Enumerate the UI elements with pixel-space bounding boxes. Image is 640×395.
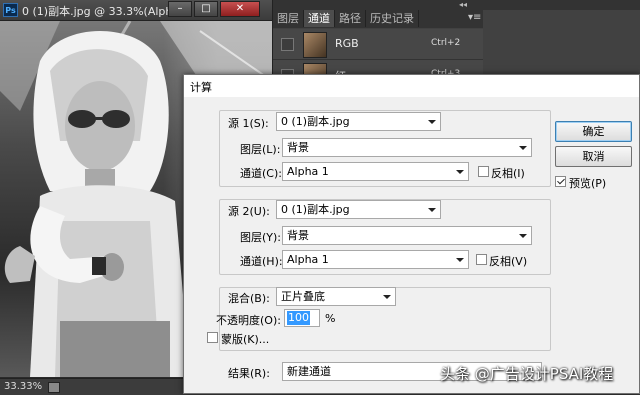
source2-channel-label: 通道(H): bbox=[240, 255, 283, 268]
tab-channels[interactable]: 通道 bbox=[304, 10, 335, 27]
dialog-titlebar[interactable]: 计算 bbox=[184, 75, 639, 97]
source2-channel-value: Alpha 1 bbox=[287, 253, 329, 266]
result-value: 新建通道 bbox=[287, 365, 331, 378]
opacity-value: 100 bbox=[287, 311, 310, 325]
photoshop-logo-icon: Ps bbox=[3, 3, 18, 17]
document-title: 0 (1)副本.jpg @ 33.3%(Alpha bbox=[22, 5, 180, 18]
chevron-down-icon bbox=[383, 295, 391, 299]
mask-checkbox[interactable] bbox=[207, 332, 218, 343]
source1-channel-select[interactable]: Alpha 1 bbox=[282, 162, 469, 181]
dialog-body: 源 1(S): 0 (1)副本.jpg 图层(L): 背景 通道(C): Alp… bbox=[184, 97, 639, 393]
channel-name: RGB bbox=[335, 37, 359, 50]
source1-layer-select[interactable]: 背景 bbox=[282, 138, 532, 157]
document-titlebar[interactable]: Ps 0 (1)副本.jpg @ 33.3%(Alpha – □ ✕ bbox=[0, 0, 272, 21]
chevron-down-icon bbox=[519, 146, 527, 150]
source2-channel-select[interactable]: Alpha 1 bbox=[282, 250, 469, 269]
channel-row-rgb[interactable]: RGB Ctrl+2 bbox=[273, 29, 483, 60]
ok-button[interactable]: 确定 bbox=[555, 121, 632, 142]
tab-history[interactable]: 历史记录 bbox=[366, 10, 419, 27]
blending-mode-value: 正片叠底 bbox=[281, 290, 325, 303]
chevron-down-icon bbox=[456, 170, 464, 174]
chevron-down-icon bbox=[428, 208, 436, 212]
source1-channel-label: 通道(C): bbox=[240, 167, 282, 180]
source1-channel-value: Alpha 1 bbox=[287, 165, 329, 178]
chevron-down-icon bbox=[519, 234, 527, 238]
chevron-down-icon bbox=[456, 258, 464, 262]
source1-label: 源 1(S): bbox=[228, 117, 269, 130]
preview-label: 预览(P) bbox=[569, 177, 607, 190]
opacity-input[interactable]: 100 bbox=[284, 309, 320, 327]
panel-menu-icon[interactable]: ▾≡ bbox=[468, 12, 481, 23]
tab-paths[interactable]: 路径 bbox=[335, 10, 366, 27]
tab-layers[interactable]: 图层 bbox=[273, 10, 304, 27]
maximize-button[interactable]: □ bbox=[194, 1, 218, 17]
source2-invert-checkbox[interactable] bbox=[476, 254, 487, 265]
close-button[interactable]: ✕ bbox=[220, 1, 260, 17]
preview-checkbox[interactable] bbox=[555, 176, 566, 187]
source1-layer-label: 图层(L): bbox=[240, 143, 281, 156]
result-label: 结果(R): bbox=[228, 367, 270, 380]
source2-file-value: 0 (1)副本.jpg bbox=[281, 203, 350, 216]
mask-label[interactable]: 蒙版(K)... bbox=[221, 331, 269, 347]
source2-label: 源 2(U): bbox=[228, 205, 270, 218]
source2-layer-select[interactable]: 背景 bbox=[282, 226, 532, 245]
source2-layer-label: 图层(Y): bbox=[240, 231, 282, 244]
minimize-button[interactable]: – bbox=[168, 1, 192, 17]
source2-layer-value: 背景 bbox=[287, 229, 309, 242]
watermark-text: 头条 @广告设计PSAI教程 bbox=[440, 365, 614, 383]
panel-header-strip: ◂◂ bbox=[273, 0, 640, 10]
opacity-unit: % bbox=[325, 312, 336, 325]
source2-invert-label: 反相(V) bbox=[489, 255, 528, 268]
blending-label: 混合(B): bbox=[228, 292, 270, 305]
dialog-title: 计算 bbox=[190, 81, 212, 94]
calculations-dialog: 计算 源 1(S): 0 (1)副本.jpg 图层(L): 背景 通道(C): … bbox=[183, 74, 640, 394]
source2-file-select[interactable]: 0 (1)副本.jpg bbox=[276, 200, 441, 219]
source1-file-value: 0 (1)副本.jpg bbox=[281, 115, 350, 128]
source1-invert-checkbox[interactable] bbox=[478, 166, 489, 177]
collapse-icon[interactable]: ◂◂ bbox=[459, 0, 467, 9]
source1-file-select[interactable]: 0 (1)副本.jpg bbox=[276, 112, 441, 131]
channel-shortcut: Ctrl+2 bbox=[431, 38, 461, 48]
source1-invert-label: 反相(I) bbox=[491, 167, 525, 180]
visibility-toggle[interactable] bbox=[281, 38, 294, 51]
panel-tabs: 图层 通道 路径 历史记录 bbox=[273, 10, 483, 28]
blending-mode-select[interactable]: 正片叠底 bbox=[276, 287, 396, 306]
cancel-button[interactable]: 取消 bbox=[555, 146, 632, 167]
zoom-level[interactable]: 33.33% bbox=[4, 381, 42, 392]
chevron-down-icon bbox=[428, 120, 436, 124]
opacity-label: 不透明度(O): bbox=[216, 314, 281, 327]
source1-layer-value: 背景 bbox=[287, 141, 309, 154]
channel-thumbnail bbox=[303, 32, 327, 58]
status-info-icon[interactable] bbox=[48, 382, 60, 393]
